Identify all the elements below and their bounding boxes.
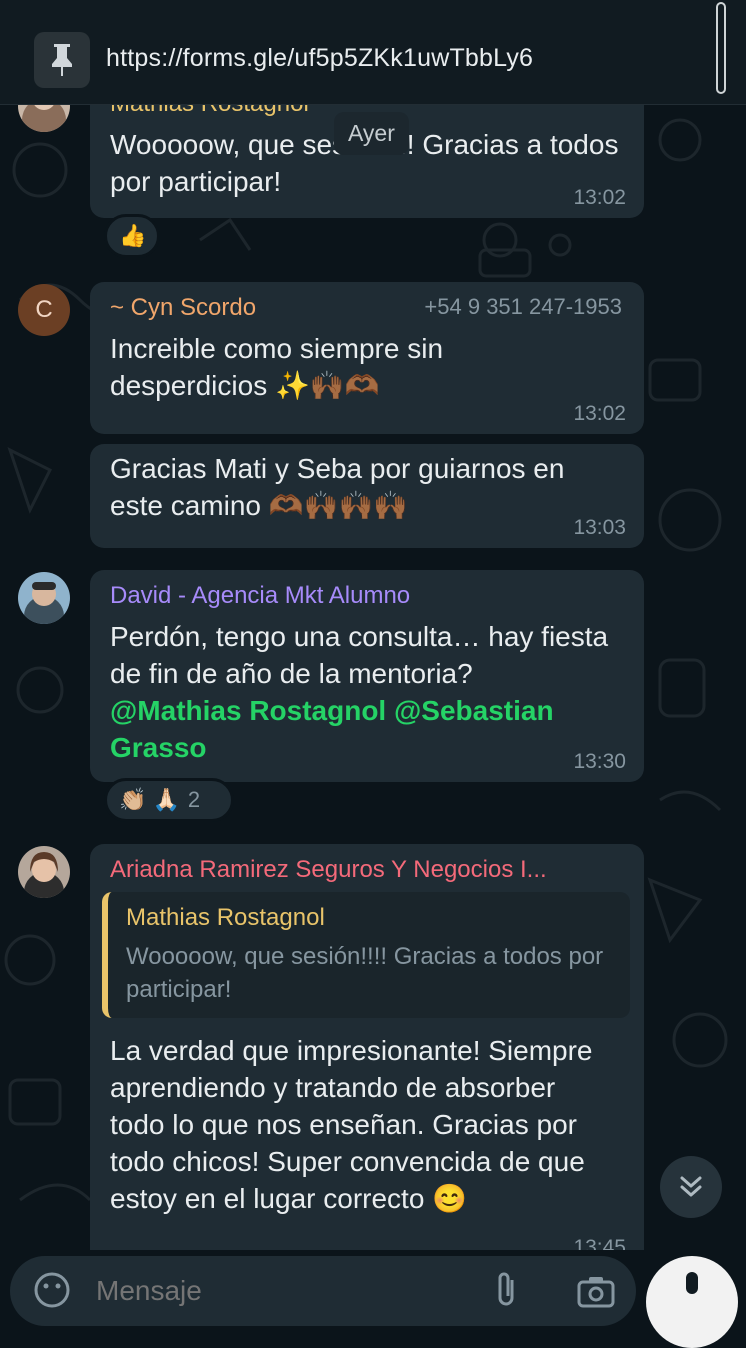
quoted-sender: Mathias Rostagnol — [126, 904, 325, 931]
reaction-chip[interactable]: 👏🏼 🙏🏻 2 — [104, 778, 234, 822]
message-bubble[interactable]: David - Agencia Mkt Alumno Perdón, tengo… — [90, 570, 644, 782]
message-time: 13:03 — [573, 516, 626, 539]
message-composer[interactable] — [10, 1256, 636, 1326]
avatar[interactable] — [18, 572, 70, 624]
quoted-text: Wooooow, que sesión!!!! Gracias a todos … — [126, 943, 604, 1003]
sender-phone: +54 9 351 247-1953 — [424, 294, 622, 319]
message-time: 13:45 — [573, 1236, 626, 1250]
message-bubble[interactable]: Ariadna Ramirez Seguros Y Negocios I... … — [90, 844, 644, 1250]
reaction-chip[interactable]: 👍 — [104, 214, 160, 258]
message-time: 13:30 — [573, 750, 626, 773]
pinned-message-bar[interactable]: https://forms.gle/uf5p5ZKk1uwTbbLy6 — [0, 0, 746, 105]
quoted-message[interactable]: Mathias Rostagnol Wooooow, que sesión!!!… — [102, 892, 630, 1018]
pin-icon[interactable] — [34, 32, 90, 88]
chat-messages[interactable]: Mathias Rostagnol Wooooow, que sesión!!!… — [0, 0, 746, 1250]
reaction-emoji: 👍 — [119, 223, 147, 248]
pinned-link[interactable]: https://forms.gle/uf5p5ZKk1uwTbbLy6 — [106, 44, 533, 73]
message-time: 13:02 — [573, 402, 626, 425]
message-bubble[interactable]: Gracias Mati y Seba por guiarnos en este… — [90, 444, 644, 548]
avatar-letter: C — [35, 296, 53, 323]
mic-button[interactable] — [646, 1256, 738, 1348]
camera-icon[interactable] — [576, 1274, 616, 1310]
avatar[interactable] — [18, 846, 70, 898]
message-text: Gracias Mati y Seba por guiarnos en este… — [110, 453, 565, 521]
reaction-count: 2 — [187, 787, 201, 812]
reaction-emojis: 👏🏼 🙏🏻 — [119, 787, 180, 812]
sender-name: Ariadna Ramirez Seguros Y Negocios I... — [110, 856, 547, 883]
scroll-down-button[interactable] — [660, 1156, 722, 1218]
message-text: Perdón, tengo una consulta… hay fiesta d… — [110, 618, 622, 766]
message-text: La verdad que impresionante! Siempre apr… — [110, 1035, 593, 1214]
mention-link[interactable]: @Mathias Rostagnol @Sebastian Grasso — [110, 692, 590, 766]
message-input[interactable] — [94, 1268, 478, 1314]
message-text: Increible como siempre sin desperdicios … — [110, 333, 444, 401]
emoji-icon[interactable] — [32, 1270, 72, 1310]
message-time: 13:02 — [573, 186, 626, 209]
message-bubble[interactable]: ~ Cyn Scordo +54 9 351 247-1953 Increibl… — [90, 282, 644, 434]
avatar[interactable]: C — [18, 284, 70, 336]
scrollbar[interactable] — [716, 2, 726, 94]
date-chip: Ayer — [334, 112, 409, 155]
sender-name: David - Agencia Mkt Alumno — [110, 582, 411, 609]
message-body: Perdón, tengo una consulta… hay fiesta d… — [110, 621, 609, 689]
attach-icon[interactable] — [492, 1270, 522, 1310]
double-chevron-down-icon — [680, 1176, 702, 1197]
